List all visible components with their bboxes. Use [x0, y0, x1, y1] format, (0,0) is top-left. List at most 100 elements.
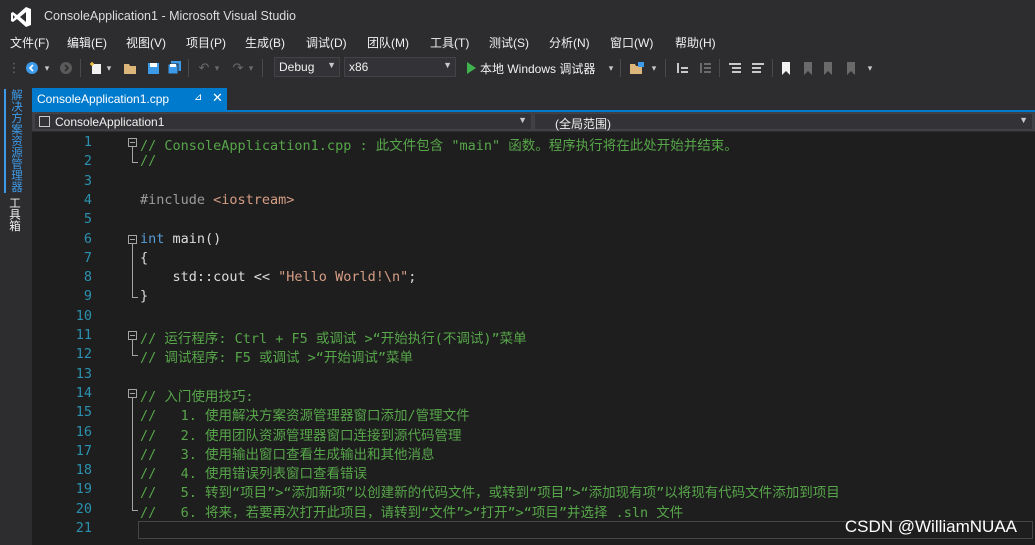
- run-dropdown-icon[interactable]: ▾: [607, 59, 615, 77]
- previous-bookmark-icon[interactable]: [800, 59, 814, 77]
- collapse-region-icon[interactable]: [128, 138, 137, 147]
- code-line[interactable]: 13: [32, 366, 1035, 385]
- toolbar-separator: [772, 59, 773, 77]
- toolbar-separator: [665, 59, 666, 77]
- code-text: // 4. 使用错误列表窗口查看错误: [140, 462, 367, 482]
- code-line[interactable]: 3: [32, 173, 1035, 192]
- code-editor[interactable]: 1 // ConsoleApplication1.cpp : 此文件包含 "mai…: [32, 132, 1035, 545]
- menu-team[interactable]: 团队(M): [367, 34, 409, 51]
- solution-explorer-tab[interactable]: 解决方案资源管理器: [4, 89, 24, 193]
- line-number: 15: [75, 404, 92, 421]
- new-dropdown-icon[interactable]: ▾: [105, 59, 113, 77]
- code-line[interactable]: 10: [32, 308, 1035, 327]
- menu-file[interactable]: 文件(F): [10, 34, 49, 51]
- code-line[interactable]: 6 int main(): [32, 230, 1035, 299]
- browser-link-icon[interactable]: [628, 59, 646, 77]
- title-bar: ConsoleApplication1 - Microsoft Visual S…: [0, 0, 1035, 33]
- code-line[interactable]: 2 //: [32, 153, 1035, 172]
- code-line[interactable]: 9}: [32, 288, 1035, 307]
- save-all-icon[interactable]: [166, 59, 182, 77]
- collapse-region-icon[interactable]: [128, 234, 137, 244]
- platform-dropdown[interactable]: x86 ▼: [344, 57, 456, 77]
- code-token: // 3. 使用输出窗口查看生成输出和其他消息: [140, 446, 435, 463]
- bookmark-icon[interactable]: [779, 59, 793, 77]
- code-text: {: [140, 250, 148, 266]
- next-bookmark-icon[interactable]: [822, 59, 836, 77]
- menu-help[interactable]: 帮助(H): [675, 34, 716, 51]
- code-token: int: [140, 230, 165, 247]
- start-debugging-label[interactable]: 本地 Windows 调试器: [480, 60, 595, 77]
- pin-icon[interactable]: ⊿: [194, 92, 202, 103]
- open-file-icon[interactable]: [122, 59, 138, 77]
- menu-tools[interactable]: 工具(T): [430, 34, 469, 51]
- line-number: 19: [75, 481, 92, 498]
- overflow-dropdown-icon[interactable]: ▾: [650, 59, 658, 77]
- line-number: 18: [75, 462, 92, 479]
- menu-test[interactable]: 测试(S): [489, 34, 529, 51]
- back-dropdown-icon[interactable]: ▾: [42, 59, 52, 77]
- menu-window[interactable]: 窗口(W): [610, 34, 653, 51]
- toolbar-separator: [188, 59, 189, 77]
- code-line[interactable]: 12 // 调试程序: F5 或调试 >“开始调试”菜单: [32, 346, 1035, 366]
- line-number: 1: [83, 134, 92, 150]
- clear-bookmarks-icon[interactable]: [845, 59, 859, 77]
- code-line[interactable]: 18 // 4. 使用错误列表窗口查看错误: [32, 462, 1035, 482]
- configuration-dropdown[interactable]: Debug ▼: [274, 57, 340, 77]
- menu-analyze[interactable]: 分析(N): [549, 34, 590, 51]
- forward-icon[interactable]: [58, 59, 74, 77]
- code-token: // 1. 使用解决方案资源管理器窗口添加/管理文件: [140, 408, 470, 425]
- collapse-region-icon[interactable]: [128, 388, 137, 398]
- code-line[interactable]: 7{: [32, 250, 1035, 269]
- code-token: }: [140, 288, 149, 305]
- document-tab[interactable]: ConsoleApplication1.cpp ⊿ ✕: [32, 88, 227, 110]
- line-number: 14: [75, 384, 92, 401]
- menu-project[interactable]: 项目(P): [186, 34, 226, 51]
- code-text: // 5. 转到“项目”>“添加新项”以创建新的代码文件，或转到“项目”>“添加…: [140, 481, 840, 501]
- code-line[interactable]: 5: [32, 211, 1035, 230]
- redo-icon[interactable]: ↷: [230, 59, 246, 77]
- toolbox-tab[interactable]: 工具箱: [6, 197, 22, 232]
- line-number: 5: [83, 211, 92, 228]
- line-number: 12: [75, 346, 92, 363]
- start-debugging-button[interactable]: [464, 59, 478, 77]
- code-text: // 2. 使用团队资源管理器窗口连接到源代码管理: [140, 424, 462, 444]
- code-token: {: [140, 249, 149, 266]
- close-icon[interactable]: ✕: [212, 90, 223, 106]
- code-line[interactable]: 4 #include <iostream>: [32, 192, 1035, 211]
- code-line[interactable]: 15 // 1. 使用解决方案资源管理器窗口添加/管理文件: [32, 404, 1035, 425]
- line-number: 8: [83, 269, 92, 286]
- back-icon[interactable]: [24, 59, 40, 77]
- code-line[interactable]: 11 // 运行程序: Ctrl + F5 或调试 >“开始执行(不调试)”菜单: [32, 327, 1035, 357]
- code-token: // 4. 使用错误列表窗口查看错误: [140, 466, 368, 483]
- code-line[interactable]: 1 // ConsoleApplication1.cpp : 此文件包含 "mai…: [32, 134, 1035, 164]
- line-number: 17: [75, 442, 92, 459]
- uncomment-lines-icon[interactable]: [750, 59, 766, 77]
- menu-debug[interactable]: 调试(D): [306, 34, 347, 51]
- menu-view[interactable]: 视图(V): [126, 34, 166, 51]
- save-icon[interactable]: [145, 59, 161, 77]
- line-number: 11: [75, 327, 92, 343]
- code-line[interactable]: 14 // 入门使用技巧:: [32, 384, 1035, 511]
- code-line[interactable]: 16 // 2. 使用团队资源管理器窗口连接到源代码管理: [32, 424, 1035, 444]
- step-into-icon[interactable]: [674, 59, 690, 77]
- undo-dropdown-icon[interactable]: ▾: [213, 59, 221, 77]
- menu-bar: 文件(F) 编辑(E) 视图(V) 项目(P) 生成(B) 调试(D) 团队(M…: [0, 33, 1035, 52]
- menu-build[interactable]: 生成(B): [245, 34, 285, 51]
- configuration-value: Debug: [279, 60, 315, 74]
- code-line[interactable]: 8 std::cout << "Hello World!\n";: [32, 269, 1035, 288]
- project-dropdown[interactable]: ConsoleApplication1 ▼: [34, 113, 532, 130]
- comment-lines-icon[interactable]: [727, 59, 743, 77]
- menu-edit[interactable]: 编辑(E): [67, 34, 107, 51]
- chevron-down-icon: ▼: [1019, 115, 1028, 125]
- undo-icon[interactable]: ↶: [196, 59, 212, 77]
- toolbar-options-icon[interactable]: ▾: [866, 59, 874, 77]
- code-line[interactable]: 19 // 5. 转到“项目”>“添加新项”以创建新的代码文件，或转到“项目”>“…: [32, 481, 1035, 501]
- scope-dropdown[interactable]: (全局范围) ▼: [534, 113, 1033, 131]
- step-over-icon[interactable]: [697, 59, 713, 77]
- window-title: ConsoleApplication1 - Microsoft Visual S…: [44, 9, 296, 23]
- redo-dropdown-icon[interactable]: ▾: [247, 59, 255, 77]
- new-project-icon[interactable]: [88, 59, 104, 77]
- collapse-region-icon[interactable]: [128, 331, 137, 340]
- code-line[interactable]: 17 // 3. 使用输出窗口查看生成输出和其他消息: [32, 442, 1035, 463]
- code-text: // 3. 使用输出窗口查看生成输出和其他消息: [140, 443, 435, 463]
